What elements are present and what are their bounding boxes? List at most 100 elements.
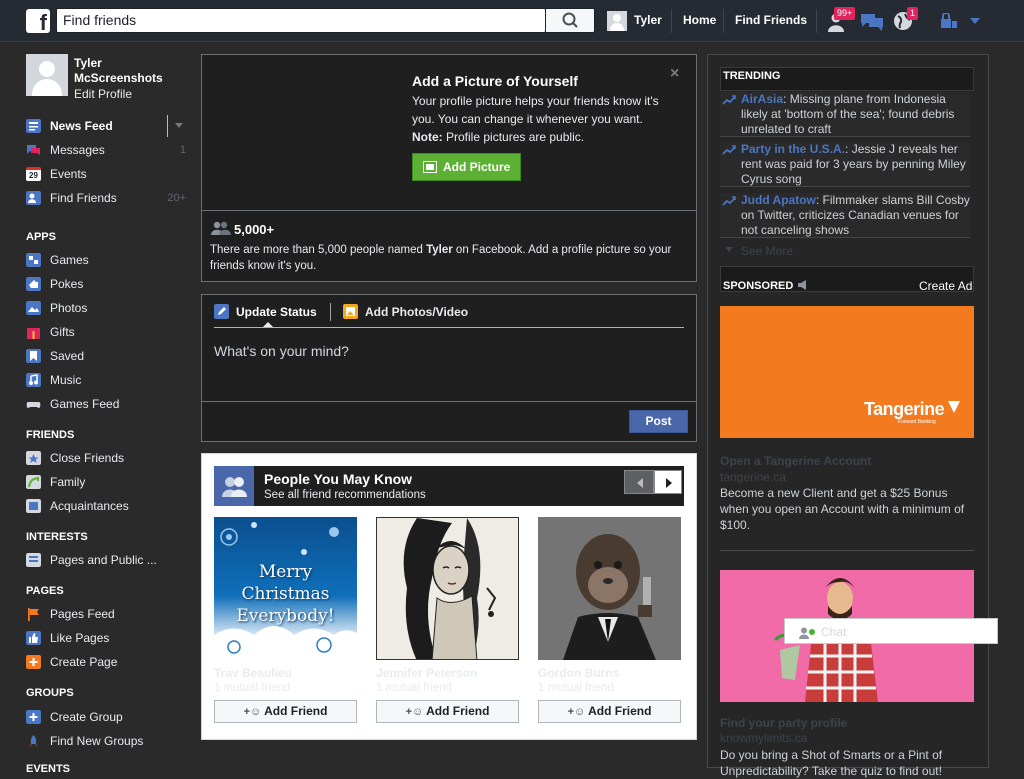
sidebar-item-create-page[interactable]: Create Page <box>26 653 196 671</box>
sidebar-item-acquaintances[interactable]: Acquaintances <box>26 497 196 515</box>
edit-profile-link[interactable]: Edit Profile <box>74 87 132 101</box>
ad2-title[interactable]: Find your party profile <box>720 716 847 730</box>
sidebar-item-pages-and-public[interactable]: Pages and Public ... <box>26 551 196 569</box>
tab-add-photos-video[interactable]: Add Photos/Video <box>365 305 468 319</box>
sidebar-item-label: Pokes <box>50 277 84 291</box>
sidebar-item-label: Pages and Public ... <box>50 553 157 567</box>
person-photo-2[interactable] <box>376 517 519 660</box>
chat-search-input[interactable]: Chat <box>821 625 846 639</box>
sidebar-item-label: Gifts <box>50 325 75 339</box>
ad1-url[interactable]: tangerine.ca <box>720 470 786 484</box>
sidebar-item-news-feed[interactable]: News Feed <box>26 117 196 135</box>
facebook-logo[interactable]: f <box>26 9 50 33</box>
sidebar-item-saved[interactable]: Saved <box>26 347 196 365</box>
pages-feed-icon <box>26 553 41 567</box>
portrait-illustration <box>403 518 497 659</box>
search-button[interactable] <box>546 8 595 33</box>
rocket-icon <box>29 735 38 747</box>
sidebar-item-find-new-groups[interactable]: Find New Groups <box>26 732 196 750</box>
sidebar-item-games[interactable]: Games <box>26 251 196 269</box>
add-picture-card: Add a Picture of Yourself Your profile p… <box>201 54 697 282</box>
profile-name[interactable]: Tyler McScreenshots <box>74 56 174 86</box>
tangerine-ad-image[interactable]: Tangerine Forward Banking <box>720 306 974 438</box>
search-input[interactable]: Find friends <box>56 8 546 33</box>
trending-item-3[interactable]: Judd Apatow: Filmmaker slams Bill Cosby … <box>720 193 970 238</box>
sidebar-item-family[interactable]: Family <box>26 473 196 491</box>
status-input[interactable]: What's on your mind? <box>214 343 349 359</box>
trending-item-2[interactable]: Party in the U.S.A.: Jessie J reveals he… <box>720 142 970 187</box>
profile-link[interactable]: Tyler <box>634 13 662 27</box>
apps-section-title: APPS <box>26 231 56 243</box>
trending-item-1[interactable]: AirAsia: Missing plane from Indonesia li… <box>720 92 970 137</box>
add-friend-button-3[interactable]: +☺ Add Friend <box>538 700 681 723</box>
acquaintances-icon <box>26 499 41 513</box>
ad1-title[interactable]: Open a Tangerine Account <box>720 454 871 468</box>
sidebar-item-close-friends[interactable]: Close Friends <box>26 449 196 467</box>
messages-icon[interactable] <box>860 13 884 31</box>
add-picture-body: Your profile picture helps your friends … <box>412 94 659 126</box>
sidebar-item-messages[interactable]: Messages 1 <box>26 141 196 159</box>
ad2-text[interactable]: Do you bring a Shot of Smarts or a Pint … <box>720 747 976 779</box>
user-avatar[interactable] <box>607 11 627 31</box>
sidebar-item-find-friends[interactable]: Find Friends 20+ <box>26 189 196 207</box>
find-friends-link[interactable]: Find Friends <box>735 13 807 27</box>
sidebar-item-music[interactable]: Music <box>26 371 196 389</box>
person-mutual-2[interactable]: 1 mutual friend <box>376 682 452 694</box>
sidebar-item-photos[interactable]: Photos <box>26 299 196 317</box>
sponsored-title: SPONSORED <box>723 280 794 292</box>
flag-icon <box>28 608 39 621</box>
people-icon <box>222 477 247 497</box>
friend-requests-badge: 99+ <box>834 7 856 20</box>
post-button[interactable]: Post <box>629 410 688 433</box>
add-picture-title: Add a Picture of Yourself <box>412 73 578 89</box>
sidebar-item-label: Find Friends <box>50 191 117 205</box>
trending-topic-1: AirAsia <box>741 92 784 106</box>
person-name-1-text: Trav Beaulieu <box>214 666 293 680</box>
gifts-icon <box>27 328 40 339</box>
pymk-prev-button[interactable] <box>624 470 654 494</box>
sidebar-item-like-pages[interactable]: Like Pages <box>26 629 196 647</box>
description-start: There are more than 5,000 people named <box>210 244 427 256</box>
add-friend-icon: +☺ <box>405 706 424 718</box>
trending-see-more-link[interactable]: See More <box>741 244 793 258</box>
account-menu-chevron-icon[interactable] <box>969 17 981 25</box>
person-photo-3[interactable] <box>538 517 681 660</box>
person-name-3[interactable]: Gordon Burns <box>538 666 619 680</box>
profile-photo[interactable] <box>26 54 68 96</box>
ad1-text[interactable]: Become a new Client and get a $25 Bonus … <box>720 485 976 533</box>
trending-arrow-icon <box>722 145 736 155</box>
thumbs-up-icon <box>26 631 41 645</box>
news-feed-options-icon[interactable] <box>175 123 183 129</box>
person-name-2[interactable]: Jennifer Peterson <box>376 666 477 680</box>
add-picture-button[interactable]: Add Picture <box>412 153 521 181</box>
ad2-url[interactable]: knowmylimits.ca <box>720 731 807 745</box>
pymk-see-all-link[interactable]: See all friend recommendations <box>264 489 426 501</box>
person-name-1[interactable]: Trav Beaulieu <box>214 666 292 680</box>
close-icon[interactable]: × <box>670 65 679 83</box>
add-friend-label: Add Friend <box>588 704 652 718</box>
sidebar-item-events[interactable]: 29 Events <box>26 165 196 183</box>
add-friend-button-1[interactable]: +☺ Add Friend <box>214 700 357 723</box>
description-name: Tyler <box>426 244 453 256</box>
sidebar-item-gifts[interactable]: Gifts <box>26 323 196 341</box>
sidebar-item-games-feed[interactable]: Games Feed <box>26 395 196 413</box>
sidebar-item-pokes[interactable]: Pokes <box>26 275 196 293</box>
sidebar-item-label: Games Feed <box>50 397 120 411</box>
sidebar-item-create-group[interactable]: Create Group <box>26 708 196 726</box>
sidebar-item-label: Messages <box>50 143 105 157</box>
sidebar-item-pages-feed[interactable]: Pages Feed <box>26 605 196 623</box>
add-friend-button-2[interactable]: +☺ Add Friend <box>376 700 519 723</box>
add-picture-description: Your profile picture helps your friends … <box>412 92 682 146</box>
privacy-lock-icon[interactable] <box>940 13 958 29</box>
tab-update-status[interactable]: Update Status <box>236 305 317 319</box>
chat-search-bar[interactable]: Chat <box>784 618 998 644</box>
person-mutual-1[interactable]: 1 mutual friend <box>214 682 290 694</box>
create-ad-link[interactable]: Create Ad <box>919 279 972 293</box>
home-link[interactable]: Home <box>683 13 716 27</box>
pymk-next-button[interactable] <box>654 470 682 494</box>
create-group-icon <box>26 710 41 724</box>
person-mutual-3[interactable]: 1 mutual friend <box>538 682 614 694</box>
person-photo-1[interactable]: Merry Christmas Everybody! <box>214 517 357 660</box>
sidebar-item-label: Photos <box>50 301 88 315</box>
sidebar-item-label: Pages Feed <box>50 607 115 621</box>
